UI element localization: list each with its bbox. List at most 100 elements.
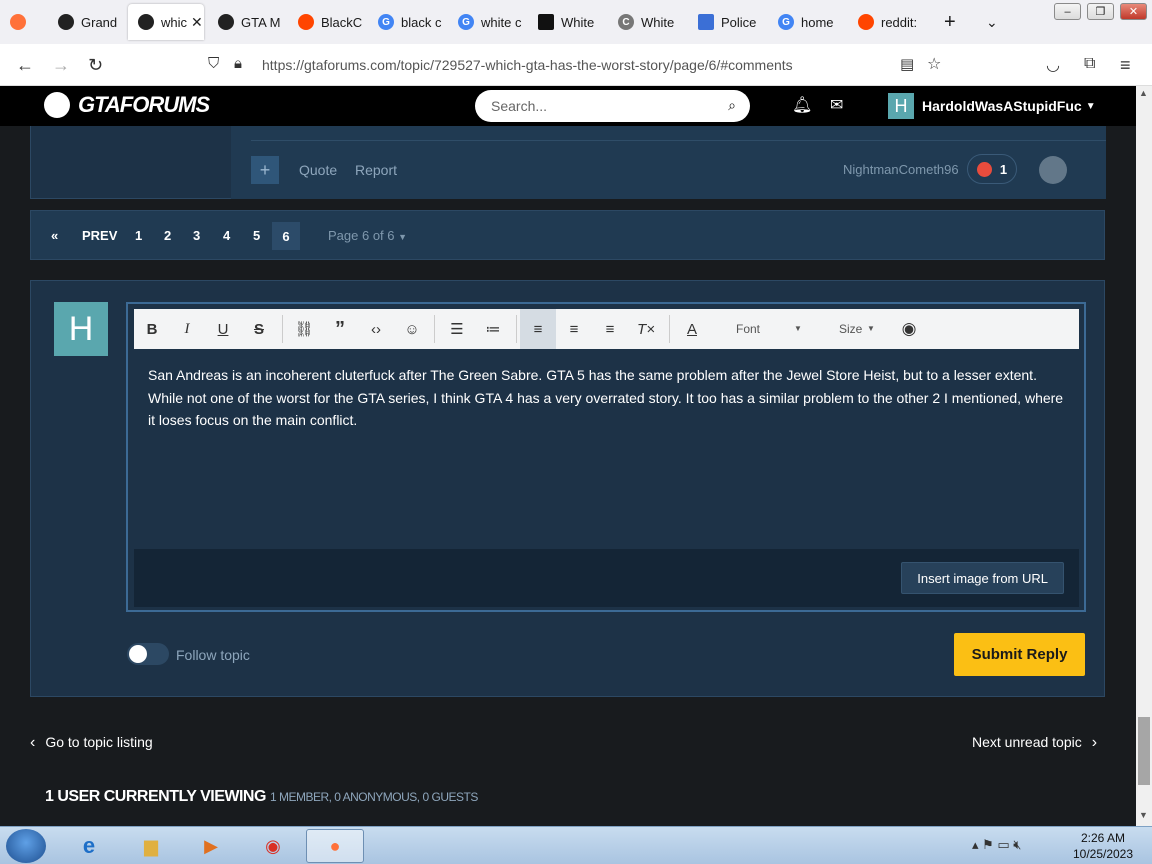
- align-right-icon[interactable]: ≡: [592, 309, 628, 349]
- font-dropdown[interactable]: Font: [736, 322, 760, 336]
- reload-button[interactable]: ↻: [88, 55, 103, 76]
- bulleted-list-icon[interactable]: ☰: [439, 309, 475, 349]
- forward-button[interactable]: →: [52, 55, 70, 76]
- firefox-taskbar-icon[interactable]: ●: [306, 829, 364, 863]
- url-text[interactable]: https://gtaforums.com/topic/729527-which…: [262, 57, 793, 73]
- tab-white-c[interactable]: G white c: [448, 4, 524, 40]
- google-icon: G: [458, 14, 474, 30]
- avatar[interactable]: H: [888, 93, 914, 119]
- emoji-icon[interactable]: ☺: [394, 309, 430, 349]
- restore-button[interactable]: ❐: [1087, 3, 1114, 20]
- clear-formatting-icon[interactable]: T×: [628, 309, 664, 349]
- tab-label: white c: [481, 14, 522, 30]
- firefox-menu-icon[interactable]: [0, 4, 44, 40]
- italic-icon[interactable]: I: [169, 309, 205, 349]
- tab-gta-m[interactable]: GTA M: [208, 4, 284, 40]
- search-input[interactable]: Search... ⌕: [475, 90, 750, 122]
- chevron-down-icon[interactable]: ▼: [867, 324, 875, 333]
- reaction-badge[interactable]: 1: [967, 154, 1017, 184]
- pagination: « PREV 1 2 3 4 5 6 Page 6 of 6 ▼: [30, 210, 1105, 260]
- page-jump-dropdown[interactable]: Page 6 of 6 ▼: [328, 228, 407, 243]
- file-explorer-icon[interactable]: ▆: [122, 829, 180, 863]
- username[interactable]: HardoldWasAStupidFuc: [922, 98, 1082, 114]
- tab-black-c[interactable]: G black c: [368, 4, 444, 40]
- internet-explorer-icon[interactable]: e: [60, 829, 118, 863]
- url-bar[interactable]: ⛉ 🔒︎ https://gtaforums.com/topic/729527-…: [200, 49, 952, 81]
- post-panel: + Quote Report NightmanCometh96 1: [30, 126, 1106, 199]
- page-3-button[interactable]: 3: [193, 228, 200, 243]
- close-tab-icon[interactable]: ✕: [191, 14, 203, 31]
- lock-icon[interactable]: 🔒︎: [234, 55, 242, 72]
- chevron-down-icon[interactable]: ▼: [794, 324, 802, 333]
- quote-icon[interactable]: ”: [322, 309, 358, 349]
- report-button[interactable]: Report: [355, 162, 397, 178]
- follow-topic-label[interactable]: Follow topic: [176, 647, 250, 663]
- first-page-button[interactable]: «: [51, 228, 58, 243]
- tab-which[interactable]: which ✕: [128, 4, 204, 40]
- reply-panel: H B I U S ⛓ ” ‹› ☺ ☰ ≔ ≡ ≡ ≡ T× A Font ▼…: [30, 280, 1105, 697]
- submit-reply-button[interactable]: Submit Reply: [954, 633, 1085, 676]
- page-1-button[interactable]: 1: [135, 228, 142, 243]
- multiquote-plus-button[interactable]: +: [251, 156, 279, 184]
- next-unread-topic-link[interactable]: Next unread topic ›: [972, 734, 1097, 752]
- reader-view-icon[interactable]: ▤: [900, 55, 914, 73]
- tab-white[interactable]: White: [528, 4, 604, 40]
- messages-envelope-icon[interactable]: ✉: [830, 95, 843, 115]
- minimize-button[interactable]: –: [1054, 3, 1081, 20]
- page-scrollbar[interactable]: ▲ ▼: [1136, 86, 1152, 826]
- page-2-button[interactable]: 2: [164, 228, 171, 243]
- scroll-up-icon[interactable]: ▲: [1139, 88, 1148, 98]
- shield-icon[interactable]: ⛉: [208, 55, 219, 72]
- tab-home[interactable]: G home: [768, 4, 844, 40]
- like-icon[interactable]: [1039, 156, 1067, 184]
- reaction-author[interactable]: NightmanCometh96: [843, 162, 959, 177]
- notifications-bell-icon[interactable]: 🔔︎: [792, 95, 812, 115]
- size-dropdown[interactable]: Size: [839, 322, 862, 336]
- editor-text[interactable]: San Andreas is an incoherent cluterfuck …: [148, 364, 1065, 432]
- start-button[interactable]: [6, 829, 46, 863]
- prev-page-button[interactable]: PREV: [82, 228, 117, 243]
- text-color-icon[interactable]: A: [674, 309, 710, 349]
- close-window-button[interactable]: ✕: [1120, 3, 1147, 20]
- gtaforums-icon: [58, 14, 74, 30]
- underline-icon[interactable]: U: [205, 309, 241, 349]
- follow-topic-toggle[interactable]: [127, 643, 169, 665]
- back-button[interactable]: ←: [16, 55, 34, 76]
- code-icon[interactable]: ‹›: [358, 309, 394, 349]
- strikethrough-icon[interactable]: S: [241, 309, 277, 349]
- tab-white-2[interactable]: C White: [608, 4, 684, 40]
- forum-body: + Quote Report NightmanCometh96 1 « PREV…: [0, 126, 1136, 826]
- link-icon[interactable]: ⛓: [286, 309, 322, 349]
- user-menu[interactable]: H HardoldWasAStupidFuc ▼: [888, 93, 1096, 119]
- align-left-icon[interactable]: ≡: [520, 309, 556, 349]
- new-tab-button[interactable]: +: [938, 4, 966, 40]
- editor-content[interactable]: San Andreas is an incoherent cluterfuck …: [134, 349, 1079, 549]
- bookmark-star-icon[interactable]: ☆: [927, 54, 941, 74]
- media-player-icon[interactable]: ▶: [182, 829, 240, 863]
- align-center-icon[interactable]: ≡: [556, 309, 592, 349]
- tab-police[interactable]: Police: [688, 4, 764, 40]
- system-tray[interactable]: ▴ ⚑ ▭ 🔇︎: [972, 837, 1022, 853]
- tab-blackc[interactable]: BlackC: [288, 4, 364, 40]
- chrome-icon[interactable]: ◉: [244, 829, 302, 863]
- quote-button[interactable]: Quote: [299, 162, 337, 178]
- scroll-down-icon[interactable]: ▼: [1139, 810, 1148, 820]
- clock[interactable]: 2:26 AM 10/25/2023: [1068, 830, 1138, 862]
- pocket-icon[interactable]: ◡: [1046, 55, 1060, 75]
- preview-eye-icon[interactable]: ◉: [891, 309, 927, 349]
- page-4-button[interactable]: 4: [223, 228, 230, 243]
- page-5-button[interactable]: 5: [253, 228, 260, 243]
- tab-grand[interactable]: Grand: [48, 4, 124, 40]
- menu-icon[interactable]: ≡: [1120, 55, 1131, 76]
- extensions-icon[interactable]: ⧉: [1084, 55, 1095, 73]
- search-icon[interactable]: ⌕: [728, 97, 736, 114]
- tab-reddit[interactable]: reddit:: [848, 4, 924, 40]
- numbered-list-icon[interactable]: ≔: [475, 309, 511, 349]
- bold-icon[interactable]: B: [134, 309, 170, 349]
- go-to-topic-listing-link[interactable]: ‹ Go to topic listing: [30, 734, 153, 752]
- gtaforums-logo[interactable]: GTAFORUMS: [44, 92, 210, 118]
- chevron-down-icon[interactable]: ▼: [1086, 101, 1096, 112]
- insert-image-url-button[interactable]: Insert image from URL: [901, 562, 1064, 594]
- scrollbar-thumb[interactable]: [1138, 717, 1150, 785]
- list-tabs-button[interactable]: ⌄: [980, 4, 1008, 40]
